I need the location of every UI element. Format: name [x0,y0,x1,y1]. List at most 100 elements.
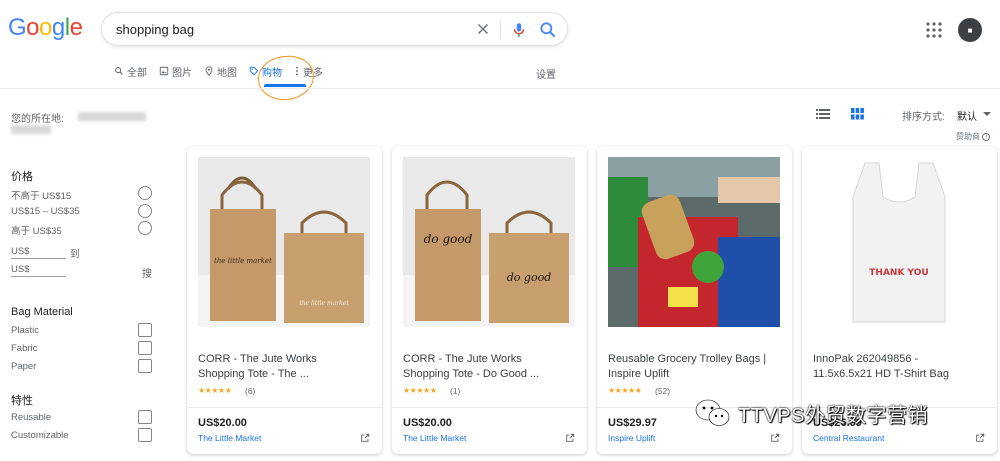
highlight-annotation-circle [255,53,317,103]
price-option-radio[interactable] [138,204,152,218]
location-label: 您的所在地: [11,114,64,125]
tab-all[interactable]: 全部 [114,62,147,80]
feature-checkbox[interactable] [138,428,152,442]
info-icon: i [982,132,991,141]
product-title-line: Inspire Uplift [608,367,670,380]
card-divider [392,407,587,408]
product-title[interactable]: Reusable Grocery Trolley Bags | Inspire … [608,352,783,381]
price-option-label: 高于 US$35 [11,226,62,237]
grid-view-icon[interactable] [851,108,864,120]
review-count[interactable]: (52) [655,386,670,396]
product-image[interactable] [608,157,780,327]
review-count[interactable]: (6) [245,386,255,396]
max-price-input[interactable]: US$ [11,264,66,277]
price-go-button[interactable]: 搜 [142,265,152,280]
tab-label: 图片 [172,67,192,79]
material-filter-heading: Bag Material [11,306,73,318]
external-link-icon[interactable] [770,433,780,443]
tab-images[interactable]: 图片 [159,62,192,80]
product-title[interactable]: InnoPak 262049856 - 11.5x6.5x21 HD T-Shi… [813,352,988,381]
search-box [101,12,568,46]
price-option-radio[interactable] [138,221,152,235]
external-link-icon[interactable] [360,433,370,443]
watermark: TTVPS外贸数字营销 [694,398,928,428]
clear-icon[interactable] [474,20,492,38]
product-title[interactable]: CORR - The Jute Works Shopping Tote - Th… [198,352,373,381]
product-card[interactable]: the little market the little market CORR… [187,146,382,454]
google-logo[interactable]: Google [8,14,83,42]
product-image[interactable]: THANK YOU [813,157,985,327]
image-icon [159,66,169,76]
bag-print-text: the little market [214,257,272,265]
rating-stars: ★★★★★ [608,386,642,395]
tab-label: 地图 [217,67,237,79]
bag-print-text: do good [424,232,473,246]
sponsored-text: 赞助商 [956,132,980,141]
product-title-line: InnoPak 262049856 - [813,353,919,365]
rating-stars: ★★★★★ [403,386,437,395]
bag-print-text: THANK YOU [869,268,928,278]
product-image[interactable]: the little market the little market [198,157,370,327]
price-to-label: 到 [70,249,80,260]
material-checkbox[interactable] [138,323,152,337]
account-avatar[interactable]: ■ [958,18,982,42]
product-title-line: CORR - The Jute Works [403,353,522,365]
product-price: US$20.00 [403,417,452,429]
product-price: US$29.97 [608,417,657,429]
feature-option-label: Reusable [11,412,52,423]
store-link[interactable]: The Little Market [198,433,261,443]
rating-stars: ★★★★★ [198,386,232,395]
microphone-icon[interactable] [510,20,528,40]
settings-link[interactable]: 设置 [536,66,556,81]
store-link[interactable]: Central Restaurant [813,433,884,443]
search-icon[interactable] [538,20,558,40]
store-link[interactable]: Inspire Uplift [608,433,655,443]
store-link[interactable]: The Little Market [403,433,466,443]
material-option-label: Plastic [11,325,39,336]
list-view-icon[interactable] [816,109,830,119]
external-link-icon[interactable] [565,433,575,443]
price-option-radio[interactable] [138,186,152,200]
apps-grid-icon[interactable] [926,22,942,38]
header-divider [0,88,1000,89]
bag-print-text: the little market [299,300,349,307]
external-link-icon[interactable] [975,433,985,443]
product-card[interactable]: do good do good CORR - The Jute Works Sh… [392,146,587,454]
chevron-down-icon[interactable] [983,112,991,116]
review-count[interactable]: (1) [450,386,460,396]
tab-label: 全部 [127,67,147,79]
product-title-line: Shopping Tote - Do Good ... [403,367,540,380]
map-pin-icon [205,66,213,76]
product-image[interactable]: do good do good [403,157,575,327]
sort-label: 排序方式: [902,112,945,123]
search-icon [115,67,123,75]
product-price: US$20.00 [198,417,247,429]
min-price-input[interactable]: US$ [11,246,66,259]
feature-checkbox[interactable] [138,410,152,424]
search-divider [500,21,501,39]
price-filter-heading: 价格 [11,171,33,183]
price-option-label: 不高于 US$15 [11,191,72,202]
wechat-icon [695,399,730,426]
material-option-label: Fabric [11,343,38,354]
product-title[interactable]: CORR - The Jute Works Shopping Tote - Do… [403,352,578,381]
feature-option-label: Customizable [11,430,69,441]
features-filter-heading: 特性 [11,395,33,407]
location-blurred-value [78,112,146,121]
product-title-line: Shopping Tote - The ... [198,367,309,380]
sponsored-label[interactable]: 赞助商 i [956,131,991,142]
material-checkbox[interactable] [138,359,152,373]
product-title-line: CORR - The Jute Works [198,353,317,365]
product-title-line: 11.5x6.5x21 HD T-Shirt Bag [813,367,949,380]
bag-print-text: do good [507,271,552,284]
location-blurred-value [11,125,51,134]
search-input[interactable] [116,22,456,37]
material-option-label: Paper [11,361,37,372]
card-divider [187,407,382,408]
price-option-label: US$15 – US$35 [11,206,80,217]
watermark-text: TTVPS外贸数字营销 [738,404,928,427]
tab-maps[interactable]: 地图 [204,62,237,80]
material-checkbox[interactable] [138,341,152,355]
sort-dropdown[interactable]: 默认 [957,108,977,123]
product-title-line: Reusable Grocery Trolley Bags | [608,353,767,365]
